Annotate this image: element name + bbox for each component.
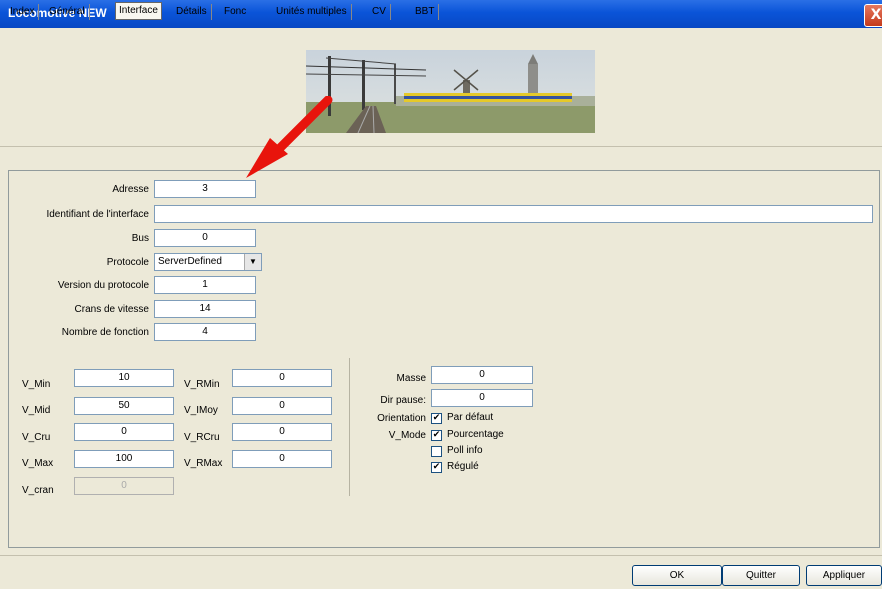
poll-info-checkbox[interactable] bbox=[431, 446, 442, 457]
quitter-button[interactable]: Quitter bbox=[722, 565, 800, 586]
tab-unites-multiples[interactable]: Unités multiples bbox=[276, 4, 352, 20]
dir-pause-label: Dir pause: bbox=[380, 395, 426, 406]
appliquer-button[interactable]: Appliquer bbox=[806, 565, 882, 586]
bus-label: Bus bbox=[131, 233, 149, 244]
v-rmin-label: V_RMin bbox=[184, 379, 220, 390]
locomotive-window: Locomotive NEW X Index Général Interface… bbox=[0, 0, 882, 589]
v-mid-input[interactable]: 50 bbox=[74, 397, 174, 415]
locomotive-banner-image bbox=[306, 50, 595, 133]
masse-input[interactable]: 0 bbox=[431, 366, 533, 384]
v-min-input[interactable]: 10 bbox=[74, 369, 174, 387]
par-defaut-label: Par défaut bbox=[447, 412, 494, 423]
protocole-label: Protocole bbox=[106, 257, 149, 268]
nb-fonction-input[interactable]: 4 bbox=[154, 323, 256, 341]
v-mid-label: V_Mid bbox=[22, 405, 51, 416]
v-rmin-input[interactable]: 0 bbox=[232, 369, 332, 387]
close-icon: X bbox=[870, 7, 882, 23]
v-cru-input[interactable]: 0 bbox=[74, 423, 174, 441]
tab-bbt[interactable]: BBT bbox=[415, 4, 440, 20]
v-rmax-input[interactable]: 0 bbox=[232, 450, 332, 468]
par-defaut-checkbox[interactable]: ✔ bbox=[431, 413, 442, 424]
close-button[interactable]: X bbox=[864, 4, 882, 27]
pourcentage-checkbox[interactable]: ✔ bbox=[431, 430, 442, 441]
v-cran-label: V_cran bbox=[22, 485, 54, 496]
v-cru-label: V_Cru bbox=[22, 432, 51, 443]
tab-details[interactable]: Détails bbox=[176, 4, 212, 20]
ok-button[interactable]: OK bbox=[632, 565, 722, 586]
pourcentage-label: Pourcentage bbox=[447, 429, 504, 440]
v-imoy-input[interactable]: 0 bbox=[232, 397, 332, 415]
red-arrow-icon bbox=[246, 96, 333, 178]
regule-label: Régulé bbox=[447, 461, 479, 472]
v-max-input[interactable]: 100 bbox=[74, 450, 174, 468]
chevron-down-icon[interactable]: ▼ bbox=[244, 254, 261, 270]
v-rcru-label: V_RCru bbox=[184, 432, 220, 443]
nb-fonction-label: Nombre de fonction bbox=[61, 327, 149, 338]
regule-checkbox[interactable]: ✔ bbox=[431, 462, 442, 473]
tab-cv[interactable]: CV bbox=[372, 4, 391, 20]
tab-index[interactable]: Index bbox=[10, 4, 40, 20]
crans-input[interactable]: 14 bbox=[154, 300, 256, 318]
v-mode-label: V_Mode bbox=[388, 430, 426, 441]
v-rcru-input[interactable]: 0 bbox=[232, 423, 332, 441]
bus-input[interactable]: 0 bbox=[154, 229, 256, 247]
version-input[interactable]: 1 bbox=[154, 276, 256, 294]
v-cran-input: 0 bbox=[74, 477, 174, 495]
column-divider bbox=[349, 358, 350, 496]
masse-label: Masse bbox=[396, 373, 426, 384]
identifiant-label: Identifiant de l'interface bbox=[46, 209, 149, 220]
dir-pause-input[interactable]: 0 bbox=[431, 389, 533, 407]
v-max-label: V_Max bbox=[22, 458, 54, 469]
tab-general[interactable]: Général bbox=[49, 4, 90, 20]
protocole-value: ServerDefined bbox=[158, 256, 222, 267]
v-rmax-label: V_RMax bbox=[184, 458, 223, 469]
crans-label: Crans de vitesse bbox=[74, 304, 149, 315]
v-min-label: V_Min bbox=[22, 379, 51, 390]
tab-interface[interactable]: Interface bbox=[115, 2, 162, 20]
v-imoy-label: V_IMoy bbox=[184, 405, 218, 416]
orientation-label: Orientation bbox=[377, 413, 426, 424]
poll-info-label: Poll info bbox=[447, 445, 483, 456]
version-label: Version du protocole bbox=[57, 280, 149, 291]
adresse-label: Adresse bbox=[112, 184, 149, 195]
identifiant-input[interactable] bbox=[154, 205, 873, 223]
tab-fonctions[interactable]: Fonc bbox=[224, 4, 246, 20]
protocole-select[interactable]: ServerDefined ▼ bbox=[154, 253, 262, 271]
